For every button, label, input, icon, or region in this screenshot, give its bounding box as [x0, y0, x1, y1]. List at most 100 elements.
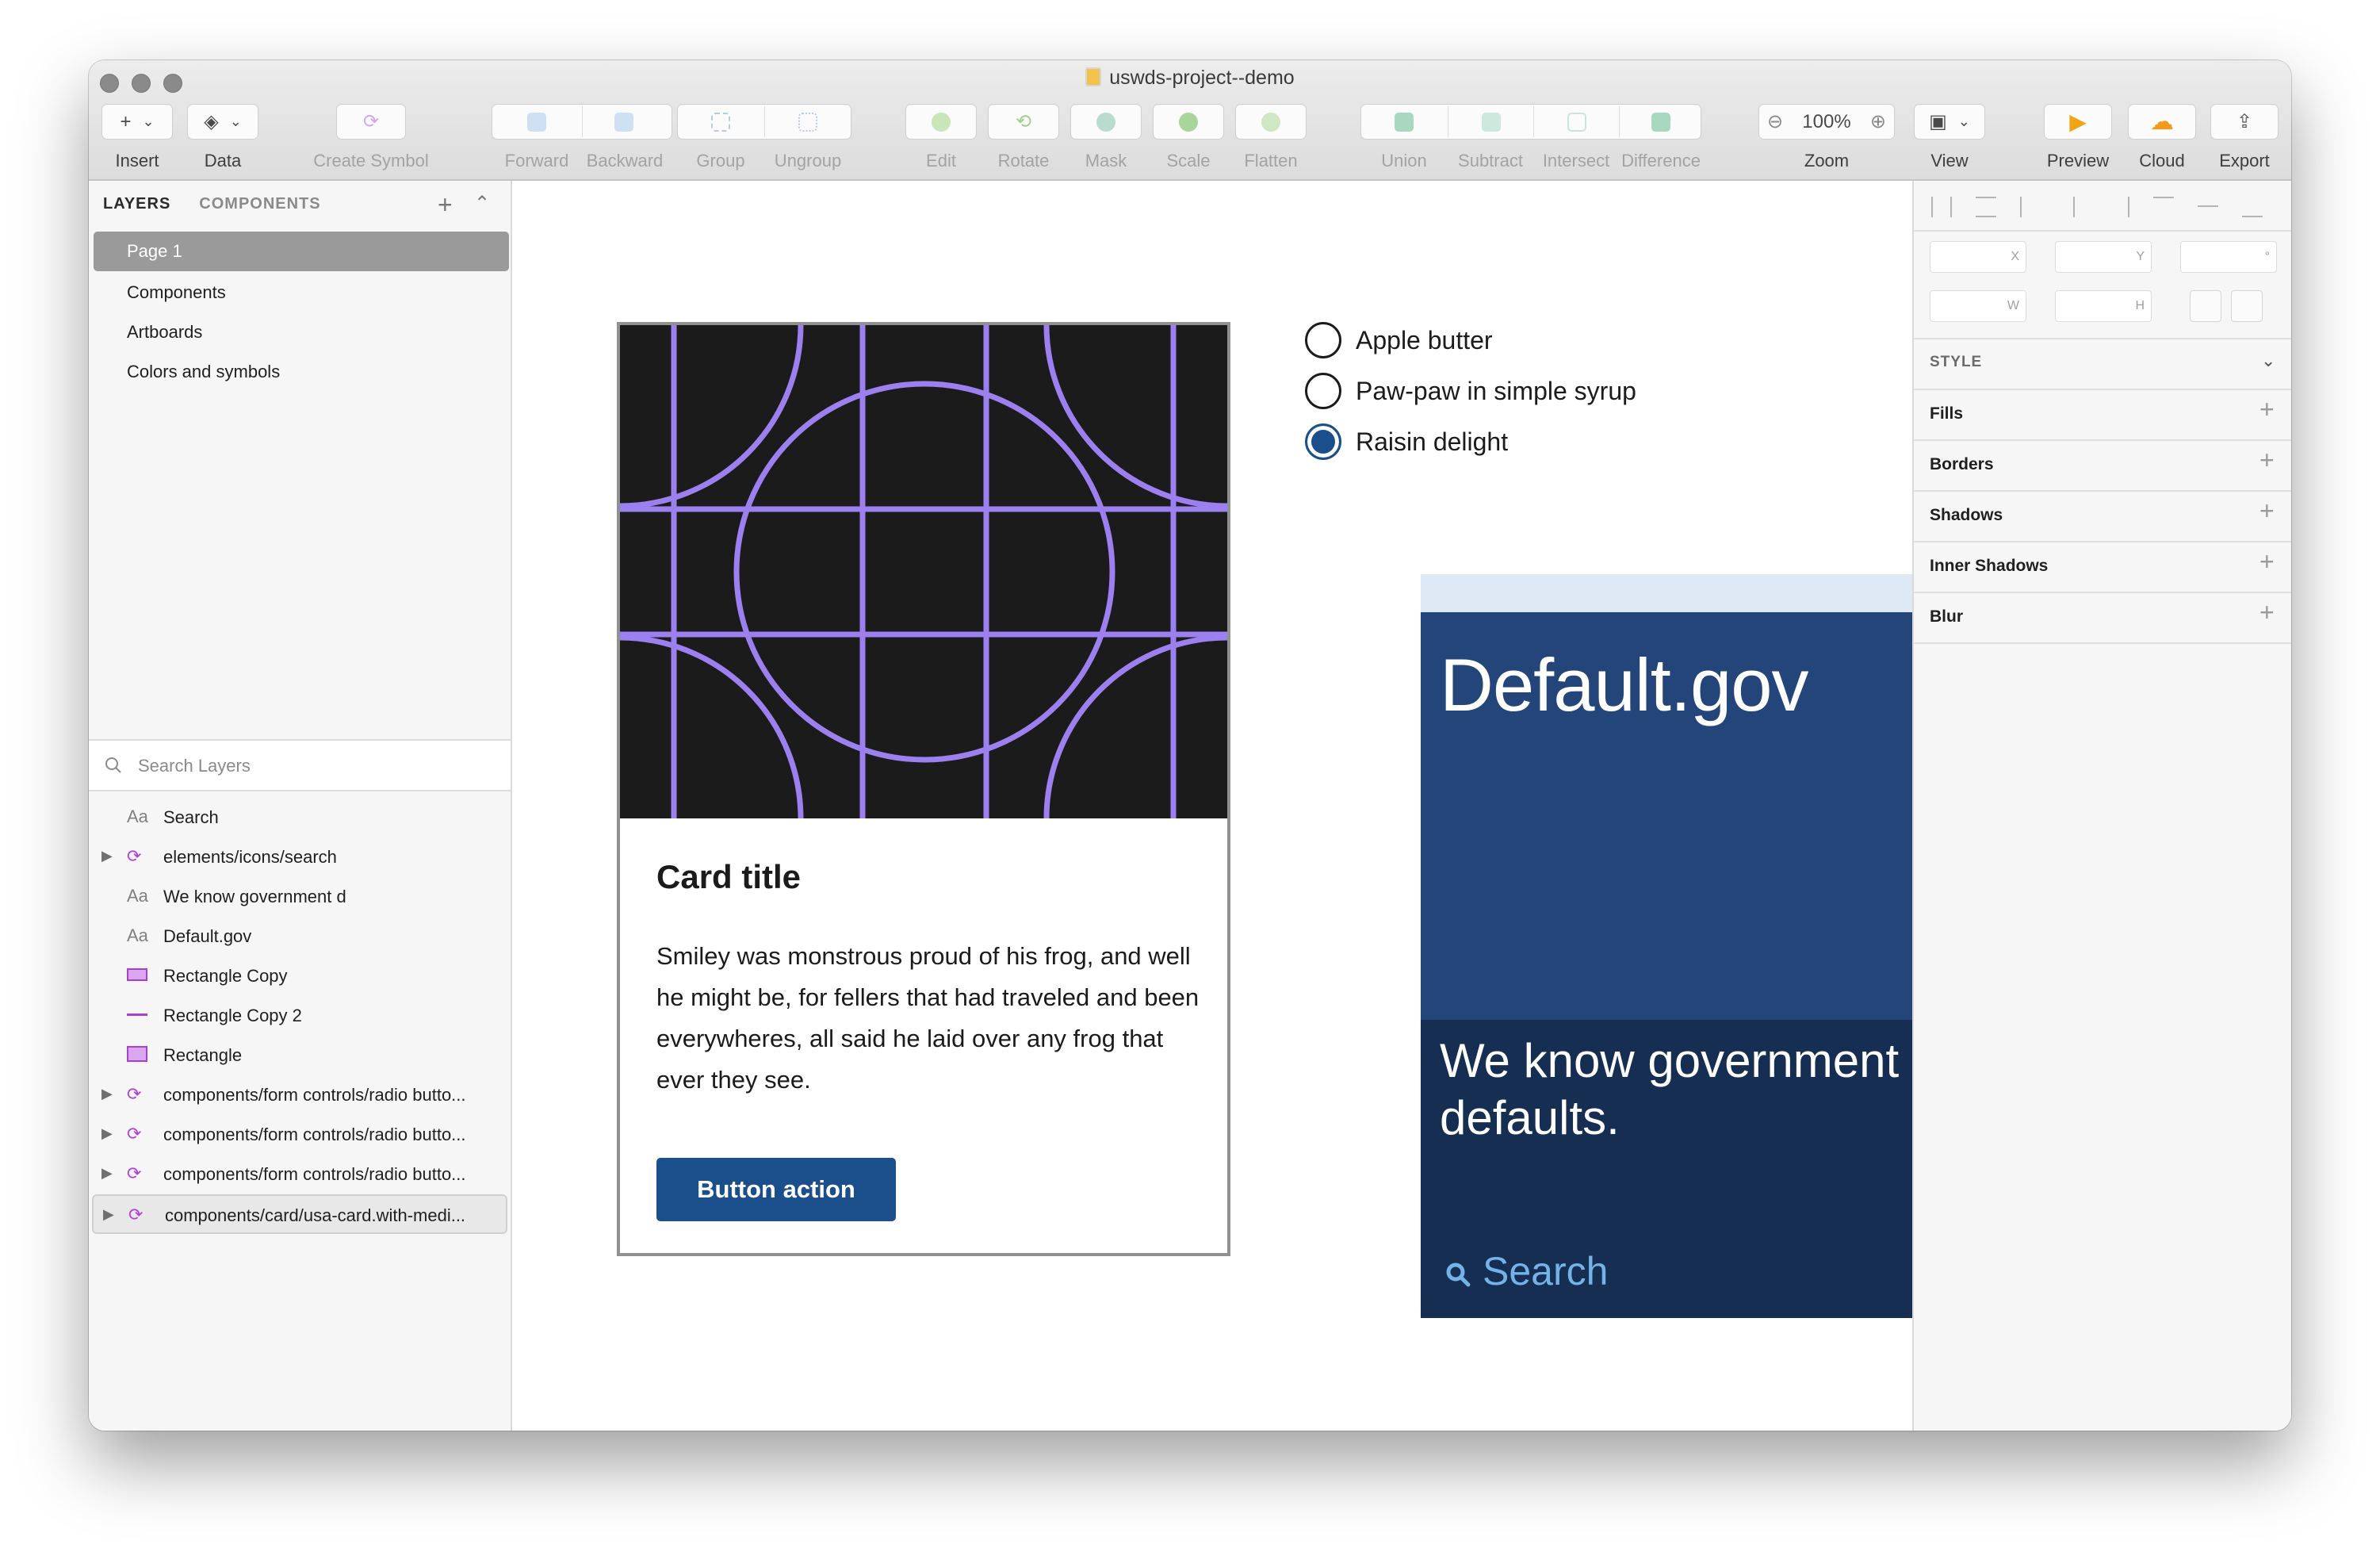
chevron-down-icon[interactable]: ⌄ [2261, 351, 2275, 371]
radio-circle[interactable] [1305, 373, 1341, 409]
share-icon: ⇪ [2236, 111, 2253, 132]
layer-name: components/card/usa-card.with-medi... [165, 1205, 466, 1225]
page-item-colors-and-symbols[interactable]: Colors and symbols [127, 362, 280, 382]
rotation-field[interactable]: ° [2180, 241, 2277, 273]
fills-section[interactable]: Fills [1930, 404, 1963, 423]
layer-name: elements/icons/search [163, 847, 337, 867]
width-field[interactable]: W [1930, 290, 2026, 322]
layer-row[interactable]: Aa Search [89, 798, 512, 837]
radio-circle[interactable] [1305, 322, 1341, 358]
symbol-icon: ⟳ [127, 1163, 142, 1183]
chevron-up-icon[interactable]: ⌃ [474, 192, 490, 215]
export-button[interactable]: ⇪ [2210, 104, 2279, 140]
zoom-out-icon[interactable]: ⊖ [1767, 110, 1783, 133]
flip-vertical-button[interactable] [2231, 290, 2263, 322]
subtract-button[interactable] [1471, 108, 1511, 136]
data-button[interactable]: ◈ ⌄ [187, 104, 258, 140]
layer-name: We know government d [163, 887, 346, 906]
zoom-value[interactable]: 100% [1802, 111, 1850, 133]
layers-stack-icon: ◈ [204, 111, 219, 132]
edit-button[interactable] [905, 104, 977, 140]
add-inner-shadow-icon[interactable]: + [2259, 547, 2275, 577]
flatten-icon [1261, 112, 1280, 132]
app-window: uswds-project--demo + ⌄ Insert ◈ ⌄ Data ⟳ … [89, 60, 2291, 1431]
radio-circle-checked[interactable] [1305, 423, 1341, 460]
align-middle-icon[interactable] [2198, 197, 2218, 217]
layer-row[interactable]: Rectangle Copy [89, 956, 512, 996]
difference-button[interactable] [1641, 108, 1681, 136]
tab-layers[interactable]: LAYERS [103, 195, 170, 213]
bring-forward-icon [527, 112, 546, 132]
layer-row[interactable]: Aa Default.gov [89, 917, 512, 956]
height-field[interactable]: H [2055, 290, 2152, 322]
disclosure-triangle-icon[interactable]: ▶ [101, 848, 113, 864]
borders-section[interactable]: Borders [1930, 455, 1994, 474]
insert-button[interactable]: + ⌄ [101, 104, 173, 140]
layer-row[interactable]: Aa We know government d [89, 877, 512, 917]
blur-section[interactable]: Blur [1930, 607, 1963, 626]
layer-name: Search [163, 807, 219, 827]
align-top-icon[interactable] [2153, 197, 2174, 217]
add-border-icon[interactable]: + [2259, 446, 2275, 475]
layer-name: Rectangle Copy [163, 966, 288, 986]
layer-row[interactable]: Rectangle Copy 2 [89, 996, 512, 1036]
align-center-icon[interactable] [2064, 197, 2085, 217]
hero-artboard[interactable]: Default.gov We know government defaults.… [1421, 574, 1966, 1318]
ungroup-button[interactable] [788, 108, 828, 136]
ungroup-icon [798, 112, 817, 132]
layer-row[interactable]: ▶ ⟳ components/form controls/radio butto… [89, 1115, 512, 1155]
create-symbol-button[interactable]: ⟳ [336, 104, 406, 140]
inner-shadows-section[interactable]: Inner Shadows [1930, 557, 2048, 576]
chevron-down-icon: ⌄ [229, 113, 242, 129]
union-button[interactable] [1384, 108, 1424, 136]
layer-row[interactable]: ▶ ⟳ components/form controls/radio butto… [89, 1155, 512, 1194]
layer-row[interactable]: Rectangle [89, 1036, 512, 1075]
layer-row[interactable]: ▶ ⟳ components/card/usa-card.with-medi..… [92, 1194, 507, 1234]
rotate-button[interactable]: ⟲ [988, 104, 1059, 140]
card-action-button[interactable]: Button action [656, 1158, 896, 1221]
align-left-icon[interactable] [2020, 197, 2041, 217]
usa-card[interactable]: Card title Smiley was monstrous proud of… [617, 322, 1230, 1256]
cloud-button[interactable]: ☁ [2128, 104, 2196, 140]
distribute-vertical-icon[interactable] [1976, 197, 1996, 217]
layer-name: components/form controls/radio butto... [163, 1085, 466, 1105]
layer-row[interactable]: ▶ ⟳ components/form controls/radio butto… [89, 1075, 512, 1115]
disclosure-triangle-icon[interactable]: ▶ [101, 1125, 113, 1142]
symbol-icon: ⟳ [127, 1084, 142, 1104]
distribute-horizontal-icon[interactable] [1931, 197, 1952, 217]
flatten-button[interactable] [1235, 104, 1307, 140]
separator [1914, 541, 2291, 542]
view-button[interactable]: ▣ ⌄ [1914, 104, 1985, 140]
y-field[interactable]: Y [2055, 241, 2152, 273]
add-page-icon[interactable]: + [438, 190, 453, 220]
mask-button[interactable] [1070, 104, 1142, 140]
alignment-toolbar [1931, 197, 2263, 217]
x-field[interactable]: X [1930, 241, 2026, 273]
page-item-page-1[interactable]: Page 1 [94, 232, 509, 271]
layer-row[interactable]: ▶ ⟳ elements/icons/search [89, 837, 512, 877]
canvas[interactable]: Card title Smiley was monstrous proud of… [512, 181, 1966, 1431]
scale-button[interactable] [1153, 104, 1224, 140]
shadows-section[interactable]: Shadows [1930, 506, 2003, 525]
add-fill-icon[interactable]: + [2259, 395, 2275, 424]
preview-button[interactable]: ▶ [2044, 104, 2112, 140]
align-right-icon[interactable] [2109, 197, 2129, 217]
backward-button[interactable] [604, 108, 644, 136]
group-button[interactable] [701, 108, 740, 136]
disclosure-triangle-icon[interactable]: ▶ [101, 1165, 113, 1182]
page-item-components[interactable]: Components [127, 282, 226, 303]
align-bottom-icon[interactable] [2242, 197, 2263, 217]
layers-panel: LAYERS COMPONENTS + ⌃ Page 1 Components … [89, 181, 512, 1431]
page-item-artboards[interactable]: Artboards [127, 322, 202, 343]
layer-search[interactable]: Search Layers [89, 739, 511, 791]
forward-button[interactable] [517, 108, 557, 136]
intersect-button[interactable] [1557, 108, 1597, 136]
hero-tagline: We know government defaults. [1440, 1034, 1900, 1144]
zoom-in-icon[interactable]: ⊕ [1870, 110, 1886, 133]
add-blur-icon[interactable]: + [2259, 598, 2275, 627]
disclosure-triangle-icon[interactable]: ▶ [101, 1086, 113, 1102]
tab-components[interactable]: COMPONENTS [199, 195, 320, 213]
add-shadow-icon[interactable]: + [2259, 496, 2275, 526]
disclosure-triangle-icon[interactable]: ▶ [103, 1206, 114, 1223]
flip-horizontal-button[interactable] [2190, 290, 2221, 322]
